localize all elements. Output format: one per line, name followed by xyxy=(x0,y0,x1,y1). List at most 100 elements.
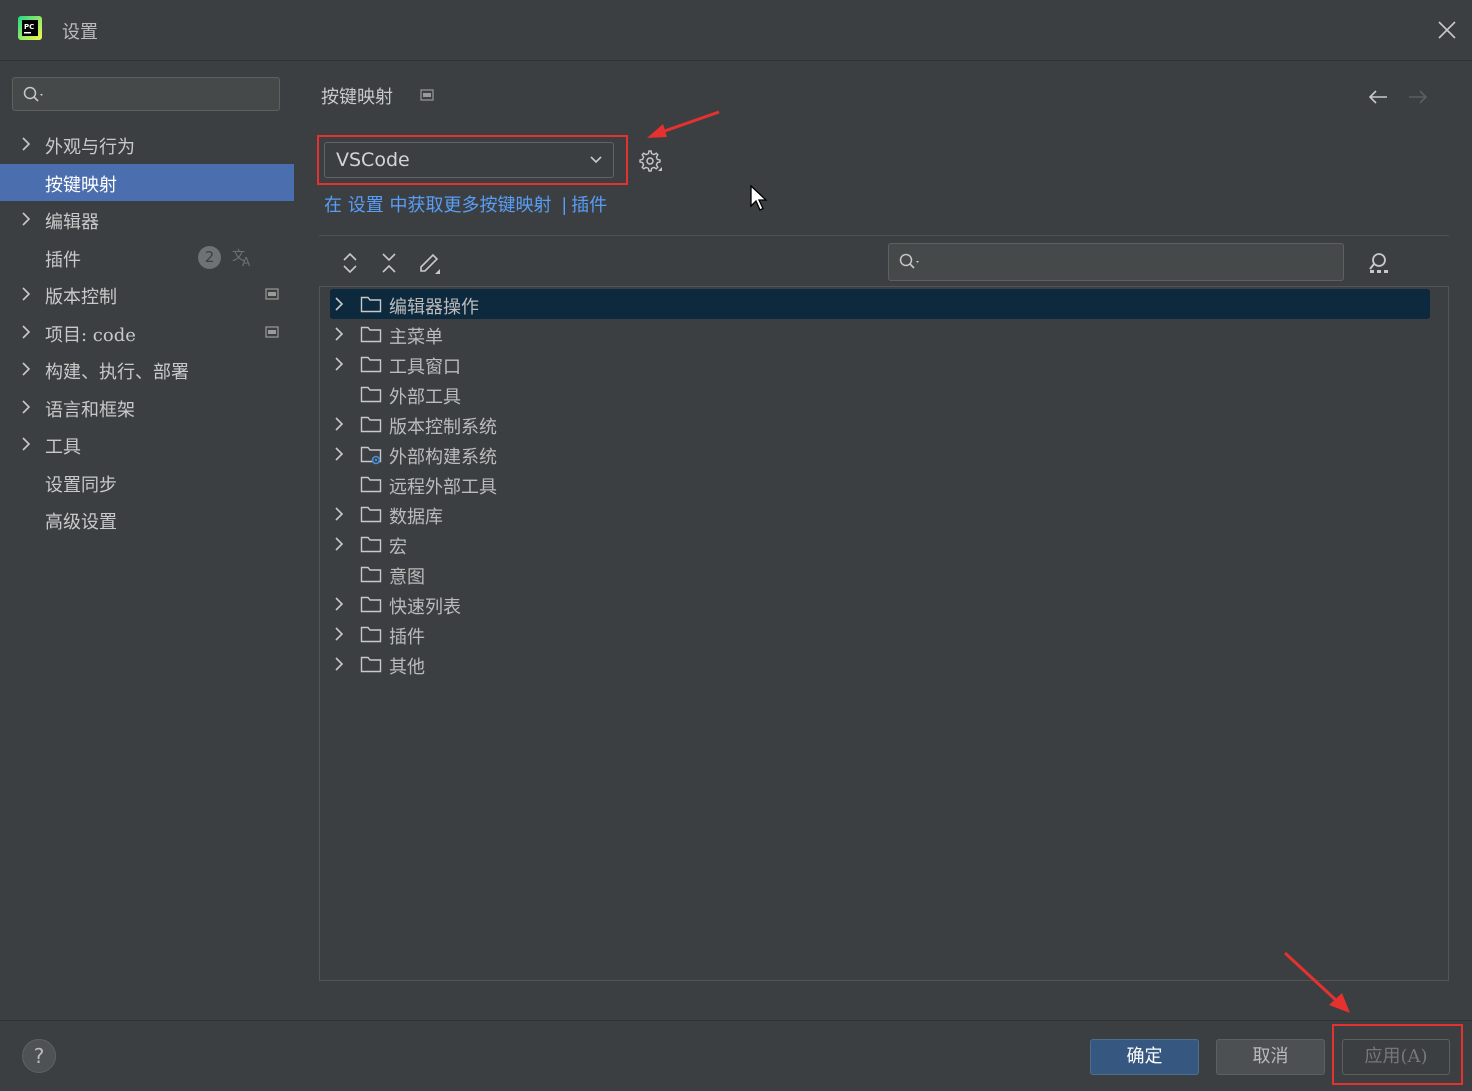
svg-text:PC: PC xyxy=(24,23,34,31)
apply-highlight-box xyxy=(1332,1024,1463,1085)
sidebar-item-keymap[interactable]: 按键映射 xyxy=(0,164,294,201)
tree-item-label: 快速列表 xyxy=(389,597,461,618)
chevron-right-icon xyxy=(22,362,31,376)
search-icon xyxy=(23,86,43,102)
tree-item[interactable]: 编辑器操作 xyxy=(330,289,1430,319)
forward-arrow-icon[interactable] xyxy=(1407,87,1429,107)
svg-text:A: A xyxy=(242,255,251,267)
chevron-right-icon[interactable] xyxy=(333,357,345,371)
sidebar-item-tools[interactable]: 工具 xyxy=(0,426,294,463)
translate-icon: 文 A xyxy=(232,249,251,267)
chevron-right-icon xyxy=(22,437,31,451)
sidebar-item-label: 语言和框架 xyxy=(45,400,135,421)
collapse-all-icon[interactable] xyxy=(379,252,399,274)
sidebar-item-project[interactable]: 项目: code xyxy=(0,314,294,351)
sidebar-item-plugins[interactable]: 插件 2 文 A xyxy=(0,239,294,276)
sidebar-item-label: 高级设置 xyxy=(45,512,117,533)
folder-icon xyxy=(360,656,382,673)
tree-item[interactable]: 意图 xyxy=(330,559,1430,589)
sidebar-item-label: 项目: code xyxy=(45,325,136,346)
tree-item[interactable]: 外部工具 xyxy=(330,379,1430,409)
close-icon[interactable] xyxy=(1436,19,1458,41)
sidebar-item-label: 设置同步 xyxy=(45,475,117,496)
title-bar: PC 设置 xyxy=(0,0,1472,61)
back-arrow-icon[interactable] xyxy=(1367,87,1389,107)
annotation-arrow-bottom xyxy=(1283,951,1350,1013)
sidebar-item-settings-sync[interactable]: 设置同步 xyxy=(0,464,294,501)
sidebar-item-label: 插件 xyxy=(45,250,81,271)
tree-item-label: 数据库 xyxy=(389,507,443,528)
pycharm-logo: PC xyxy=(18,16,42,40)
chevron-right-icon xyxy=(22,325,31,339)
chevron-right-icon[interactable] xyxy=(333,417,345,431)
sidebar-item-label: 编辑器 xyxy=(45,212,99,233)
action-search-input[interactable] xyxy=(888,243,1344,281)
chevron-right-icon[interactable] xyxy=(333,447,345,461)
gear-icon[interactable] xyxy=(639,150,663,174)
sidebar-item-advanced[interactable]: 高级设置 xyxy=(0,501,294,538)
project-level-icon xyxy=(265,326,279,338)
chevron-right-icon[interactable] xyxy=(333,327,345,341)
ide-level-icon xyxy=(420,89,434,101)
link-prefix: 在 xyxy=(324,195,348,216)
tree-item[interactable]: 工具窗口 xyxy=(330,349,1430,379)
plugins-link[interactable]: 插件 xyxy=(571,195,607,216)
tree-item-label: 插件 xyxy=(389,627,425,648)
tree-item-label: 意图 xyxy=(389,567,425,588)
expand-all-icon[interactable] xyxy=(340,252,360,274)
sidebar-search-input[interactable] xyxy=(12,77,280,111)
keymap-more-link-row: 在 设置 中获取更多按键映射 | 插件 xyxy=(324,191,607,217)
sidebar-item-appearance[interactable]: 外观与行为 xyxy=(0,126,294,163)
settings-link[interactable]: 设置 xyxy=(348,195,384,216)
tree-item-label: 外部工具 xyxy=(389,387,461,408)
chevron-right-icon[interactable] xyxy=(333,657,345,671)
tree-item[interactable]: 插件 xyxy=(330,619,1430,649)
tree-item[interactable]: 版本控制系统 xyxy=(330,409,1430,439)
edit-pencil-icon[interactable] xyxy=(418,252,442,276)
sidebar-item-label: 构建、执行、部署 xyxy=(45,362,189,383)
keymap-panel: 按键映射 VSCode 在 设置 中获取更多按键映射 | 插件 编辑器操作 主菜… xyxy=(295,61,1472,1020)
tree-item[interactable]: 外部构建系统 xyxy=(330,439,1430,469)
dialog-footer: ? 确定 取消 应用(A) xyxy=(0,1020,1472,1091)
search-icon xyxy=(899,253,919,269)
sidebar-item-build[interactable]: 构建、执行、部署 xyxy=(0,351,294,388)
chevron-right-icon[interactable] xyxy=(333,297,345,311)
tree-item[interactable]: 数据库 xyxy=(330,499,1430,529)
tree-item-label: 工具窗口 xyxy=(389,357,461,378)
ok-button[interactable]: 确定 xyxy=(1090,1039,1199,1075)
sidebar-item-vcs[interactable]: 版本控制 xyxy=(0,276,294,313)
find-by-shortcut-icon[interactable] xyxy=(1367,251,1391,275)
folder-icon xyxy=(360,356,382,373)
chevron-right-icon[interactable] xyxy=(333,507,345,521)
window-title: 设置 xyxy=(62,22,98,43)
tree-item[interactable]: 宏 xyxy=(330,529,1430,559)
sidebar-item-label: 工具 xyxy=(45,437,81,458)
folder-icon xyxy=(360,416,382,433)
tree-item[interactable]: 快速列表 xyxy=(330,589,1430,619)
sidebar-item-languages[interactable]: 语言和框架 xyxy=(0,389,294,426)
tree-item[interactable]: 主菜单 xyxy=(330,319,1430,349)
help-button[interactable]: ? xyxy=(22,1039,56,1073)
sidebar-item-label: 按键映射 xyxy=(45,175,117,196)
mouse-cursor-icon xyxy=(750,184,768,211)
cancel-button[interactable]: 取消 xyxy=(1216,1039,1325,1075)
chevron-right-icon[interactable] xyxy=(333,537,345,551)
tree-item-label: 其他 xyxy=(389,657,425,678)
sidebar-item-label: 版本控制 xyxy=(45,287,117,308)
project-level-icon xyxy=(265,288,279,300)
keymap-action-tree: 编辑器操作 主菜单 工具窗口 外部工具 版本控制系统 外部构建系统 远程外部工具… xyxy=(319,286,1449,981)
chevron-right-icon[interactable] xyxy=(333,627,345,641)
chevron-right-icon xyxy=(22,400,31,414)
sidebar-item-editor[interactable]: 编辑器 xyxy=(0,201,294,238)
folder-gear-icon xyxy=(360,446,382,465)
tree-item-label: 主菜单 xyxy=(389,327,443,348)
tree-item[interactable]: 其他 xyxy=(330,649,1430,679)
tree-item-label: 版本控制系统 xyxy=(389,417,497,438)
chevron-right-icon[interactable] xyxy=(333,597,345,611)
folder-icon xyxy=(360,296,382,313)
page-title: 按键映射 xyxy=(321,87,393,108)
keymap-select[interactable]: VSCode xyxy=(324,142,614,178)
tree-item[interactable]: 远程外部工具 xyxy=(330,469,1430,499)
tree-item-label: 宏 xyxy=(389,537,407,558)
plugins-update-badge: 2 xyxy=(198,246,221,269)
